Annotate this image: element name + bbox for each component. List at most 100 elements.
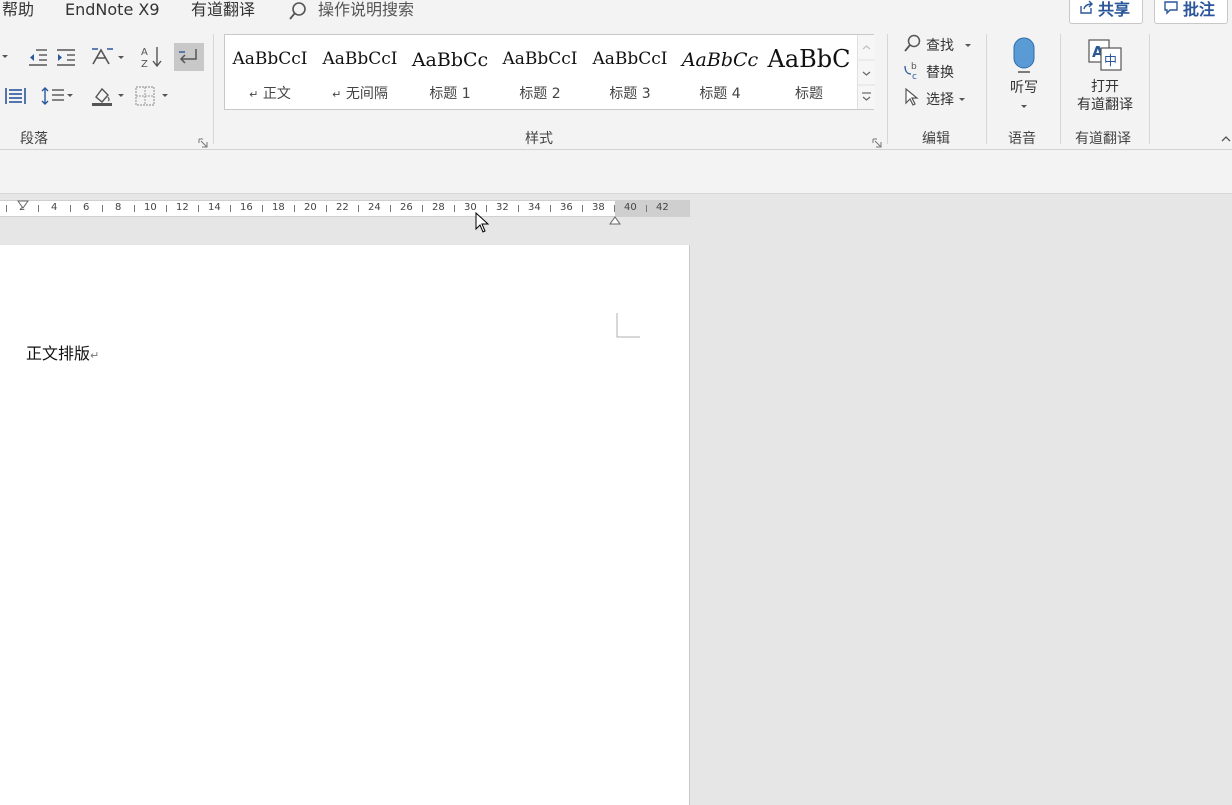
ruler-tick xyxy=(358,205,359,212)
tell-me-search[interactable]: 操作说明搜索 xyxy=(318,0,414,22)
styles-group-label: 样式 xyxy=(525,131,553,147)
svg-text:c: c xyxy=(912,72,917,80)
document-page[interactable] xyxy=(0,245,690,805)
tab-help[interactable]: 帮助 xyxy=(2,0,34,22)
select-label: 选择 xyxy=(926,92,954,108)
tab-endnote[interactable]: EndNote X9 xyxy=(65,0,160,22)
first-line-indent-marker[interactable] xyxy=(17,195,29,209)
comment-label: 批注 xyxy=(1183,0,1216,19)
line-spacing-icon[interactable] xyxy=(40,84,76,108)
ruler-tick xyxy=(294,205,295,212)
dialog-launcher-icon[interactable] xyxy=(198,133,208,148)
replace-button[interactable]: bc 替换 xyxy=(902,62,954,82)
style-title[interactable]: AaBbC 标题 xyxy=(765,33,853,107)
find-button[interactable]: 查找 xyxy=(902,33,972,57)
style-no-spacing[interactable]: AaBbCcI ↵ 无间隔 xyxy=(315,35,405,109)
style-preview: AaBbCc xyxy=(681,49,759,71)
open-youdao-button[interactable]: A中 打开 有道翻译 xyxy=(1068,38,1142,118)
ruler-tick-label: 6 xyxy=(83,202,90,213)
style-name: 标题 xyxy=(795,86,823,102)
editing-group-label: 编辑 xyxy=(922,131,950,147)
style-heading-1[interactable]: AaBbCc 标题 1 xyxy=(405,35,495,109)
ruler-tick xyxy=(550,205,551,212)
ruler-tick xyxy=(582,205,583,212)
collapse-ribbon-icon[interactable] xyxy=(1220,130,1232,142)
style-preview: AaBbCcI xyxy=(502,49,578,69)
ruler-tick-label: 20 xyxy=(304,202,317,213)
search-icon[interactable] xyxy=(288,1,308,21)
paragraph-mark: ↵ xyxy=(90,349,100,362)
comment-button[interactable]: 批注 xyxy=(1154,0,1228,24)
ruler-tick-label: 42 xyxy=(656,202,669,213)
microphone-icon xyxy=(998,36,1050,76)
sort-icon[interactable]: AZ xyxy=(139,44,165,70)
ruler-tick-label: 10 xyxy=(144,202,157,213)
style-preview: AaBbCc xyxy=(411,49,489,71)
style-preview: AaBbCcI xyxy=(592,49,668,69)
group-separator xyxy=(986,34,987,144)
gallery-scrollbar[interactable] xyxy=(857,35,875,109)
ruler-tick xyxy=(422,205,423,212)
style-heading-3[interactable]: AaBbCcI 标题 3 xyxy=(585,35,675,109)
style-heading-2[interactable]: AaBbCcI 标题 2 xyxy=(495,35,585,109)
document-paragraph[interactable]: 正文排版↵ xyxy=(26,340,99,364)
distributed-align-icon[interactable] xyxy=(3,84,27,108)
paragraph-text: 正文排版 xyxy=(26,344,91,363)
ruler-tick-label: 18 xyxy=(272,202,285,213)
ruler-tick xyxy=(6,205,7,212)
ruler-tick xyxy=(166,205,167,212)
ruler-tick-label: 28 xyxy=(432,202,445,213)
youdao-group-label: 有道翻译 xyxy=(1075,131,1131,147)
style-heading-4[interactable]: AaBbCc 标题 4 xyxy=(675,35,765,109)
style-name: ↵ 正文 xyxy=(249,86,291,102)
dropdown-arrow-icon[interactable] xyxy=(0,48,10,64)
ruler-tick xyxy=(198,205,199,212)
chinese-layout-icon[interactable] xyxy=(90,44,126,70)
svg-text:Z: Z xyxy=(141,59,148,70)
dialog-launcher-icon[interactable] xyxy=(872,133,882,148)
group-separator xyxy=(1149,34,1150,144)
find-label: 查找 xyxy=(926,38,954,54)
shading-icon[interactable] xyxy=(90,84,126,108)
mouse-cursor-icon xyxy=(475,211,490,234)
decrease-indent-icon[interactable] xyxy=(27,46,49,68)
chevron-down-icon xyxy=(964,37,972,53)
share-button[interactable]: 共享 xyxy=(1069,0,1143,24)
ruler-tick-label: 24 xyxy=(368,202,381,213)
comment-icon xyxy=(1163,0,1179,24)
style-preview: AaBbCcI xyxy=(232,49,308,69)
translate-icon: A中 xyxy=(1068,38,1142,74)
right-indent-marker[interactable] xyxy=(609,210,621,225)
ruler-tick xyxy=(38,205,39,212)
ruler-tick xyxy=(646,205,647,212)
ruler-tick xyxy=(454,205,455,212)
ruler-tick-label: 14 xyxy=(208,202,221,213)
increase-indent-icon[interactable] xyxy=(55,46,77,68)
margin-corner-mark xyxy=(616,313,640,339)
tab-youdao[interactable]: 有道翻译 xyxy=(191,0,255,22)
borders-icon[interactable] xyxy=(134,84,172,108)
cursor-icon xyxy=(902,87,922,111)
style-name: 标题 4 xyxy=(699,86,741,102)
dictate-button[interactable]: 听写 xyxy=(998,36,1050,116)
chevron-down-icon xyxy=(958,91,966,107)
svg-text:b: b xyxy=(911,62,917,72)
svg-text:中: 中 xyxy=(1104,54,1117,69)
style-name: 标题 1 xyxy=(429,86,471,102)
ruler-tick xyxy=(230,205,231,212)
group-separator xyxy=(887,34,888,144)
style-normal[interactable]: AaBbCcI ↵ 正文 xyxy=(225,35,315,109)
style-name: 标题 3 xyxy=(609,86,651,102)
ruler-tick-label: 8 xyxy=(115,202,122,213)
style-preview: AaBbCcI xyxy=(322,49,398,69)
dictate-label: 听写 xyxy=(1010,80,1038,96)
search-icon xyxy=(902,33,922,57)
ruler-tick-label: 32 xyxy=(496,202,509,213)
open-youdao-label-2: 有道翻译 xyxy=(1077,97,1133,113)
ruler-tick xyxy=(326,205,327,212)
show-formatting-marks-icon[interactable] xyxy=(174,43,204,71)
ruler-tick-label: 36 xyxy=(560,202,573,213)
ruler-tick xyxy=(518,205,519,212)
ruler-tick xyxy=(262,205,263,212)
select-button[interactable]: 选择 xyxy=(902,87,966,111)
